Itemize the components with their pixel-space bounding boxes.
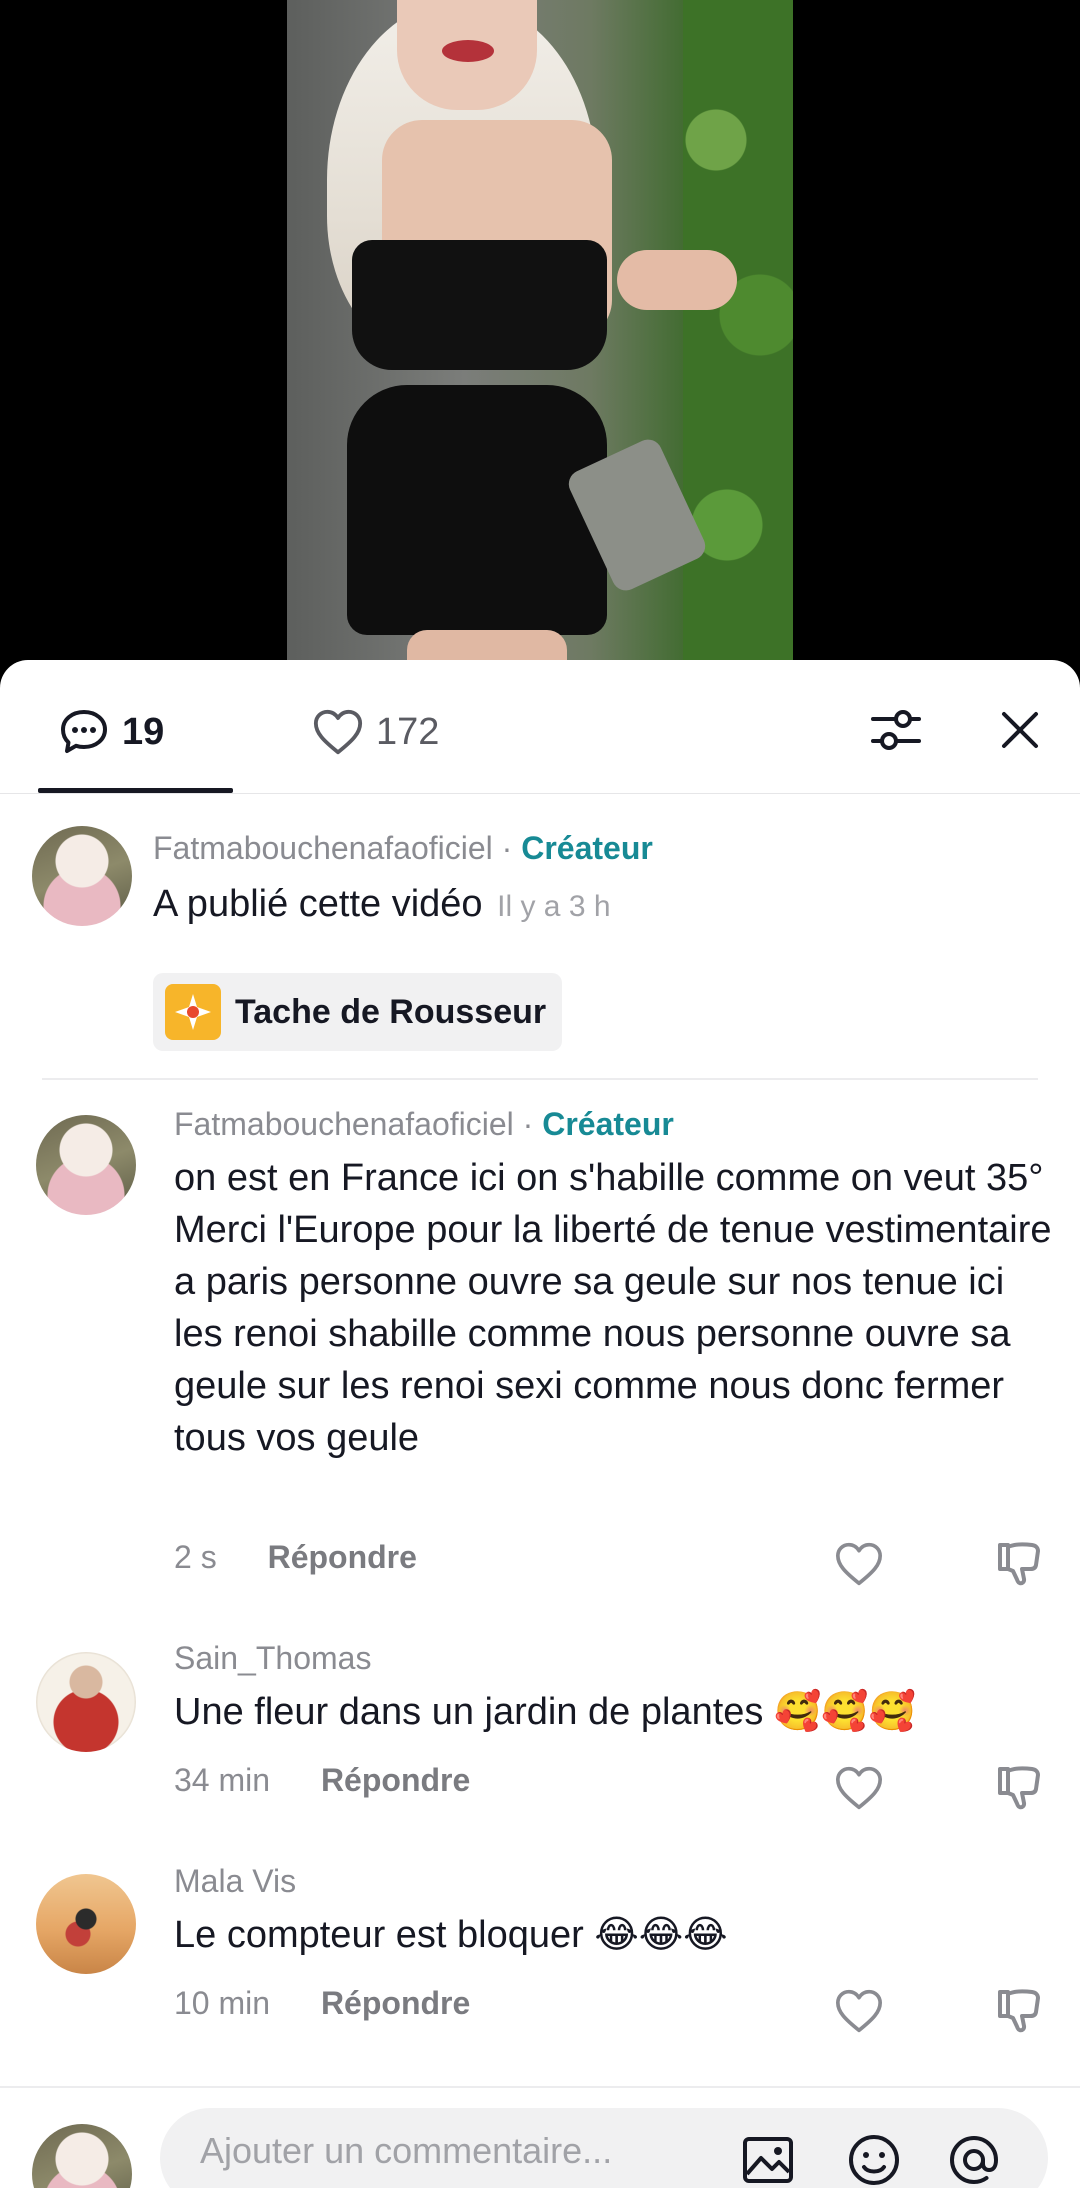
like-button[interactable] xyxy=(831,1983,887,2039)
thumbs-down-icon xyxy=(998,1766,1040,1810)
foliage-background xyxy=(683,0,793,700)
divider xyxy=(42,1078,1038,1080)
comment-time: 10 min xyxy=(174,1985,271,2021)
likes-count: 172 xyxy=(376,710,440,753)
comment-time: 2 s xyxy=(174,1539,217,1575)
heart-icon xyxy=(835,1542,882,1586)
separator-dot: · xyxy=(501,830,513,866)
dislike-button[interactable] xyxy=(991,1983,1047,2039)
sticker-chip[interactable]: Tache de Rousseur xyxy=(153,973,563,1051)
avatar[interactable] xyxy=(36,1874,136,1974)
comment-author[interactable]: Mala Vis xyxy=(174,1863,296,1900)
author-name: Fatmabouchenafaoficiel xyxy=(153,830,493,866)
heart-icon xyxy=(835,1989,882,2033)
image-button[interactable] xyxy=(738,2130,798,2188)
tab-comments[interactable]: 19 xyxy=(58,702,164,762)
sparkle-icon xyxy=(165,984,221,1040)
sticker-label: Tache de Rousseur xyxy=(235,992,547,1031)
author-name: Mala Vis xyxy=(174,1863,297,1899)
tab-likes[interactable]: 172 xyxy=(312,702,439,762)
reply-button[interactable]: Répondre xyxy=(268,1539,417,1575)
mention-button[interactable] xyxy=(944,2130,1004,2188)
sliders-icon xyxy=(871,710,921,750)
reply-button[interactable]: Répondre xyxy=(321,1985,470,2021)
avatar[interactable] xyxy=(32,826,132,926)
post-author[interactable]: Fatmabouchenafaoficiel · Créateur xyxy=(153,830,653,867)
creator-badge: Créateur xyxy=(521,830,653,866)
person-skirt xyxy=(347,385,607,635)
post-description: A publié cette vidéo Il y a 3 h xyxy=(153,878,611,933)
author-name: Fatmabouchenafaoficiel xyxy=(174,1106,514,1142)
comment-meta: 2 s Répondre xyxy=(174,1539,417,1576)
dislike-button[interactable] xyxy=(991,1760,1047,1816)
person-top xyxy=(352,240,607,370)
heart-icon xyxy=(312,706,364,758)
filter-button[interactable] xyxy=(864,698,928,762)
close-icon xyxy=(1002,712,1038,748)
comment-text: Le compteur est bloquer 😂😂😂 xyxy=(174,1914,728,1956)
like-button[interactable] xyxy=(831,1536,887,1592)
person-arm xyxy=(617,250,737,310)
at-icon xyxy=(949,2135,999,2185)
composer-divider xyxy=(0,2086,1080,2088)
avatar[interactable] xyxy=(36,1652,136,1752)
comments-count: 19 xyxy=(122,710,165,753)
person-lips xyxy=(442,40,494,62)
comment-author[interactable]: Sain_Thomas xyxy=(174,1640,371,1677)
thumbs-down-icon xyxy=(998,1542,1040,1586)
comment-bubble-icon xyxy=(58,706,110,758)
comments-sheet: 19 172 Fatmabouchenafaoficiel · Créateur… xyxy=(0,660,1080,2188)
heart-icon xyxy=(835,1766,882,1810)
comments-header: 19 172 xyxy=(0,660,1080,794)
comment-time: 34 min xyxy=(174,1762,271,1798)
comment-meta: 34 min Répondre xyxy=(174,1762,470,1799)
like-button[interactable] xyxy=(831,1760,887,1816)
video-frame xyxy=(287,0,793,700)
close-button[interactable] xyxy=(988,698,1052,762)
comment-input[interactable] xyxy=(200,2130,700,2172)
emoji-icon xyxy=(849,2135,899,2185)
separator-dot: · xyxy=(522,1106,534,1142)
thumbs-down-icon xyxy=(998,1989,1040,2033)
avatar[interactable] xyxy=(36,1115,136,1215)
video-player[interactable] xyxy=(0,0,1080,700)
post-time: Il y a 3 h xyxy=(497,890,611,923)
image-icon xyxy=(743,2137,793,2183)
comment-meta: 10 min Répondre xyxy=(174,1985,470,2022)
author-name: Sain_Thomas xyxy=(174,1640,372,1676)
post-text: A publié cette vidéo xyxy=(153,883,483,925)
comment-author[interactable]: Fatmabouchenafaoficiel · Créateur xyxy=(174,1106,674,1143)
comment-text: Une fleur dans un jardin de plantes 🥰🥰🥰 xyxy=(174,1691,916,1733)
reply-button[interactable]: Répondre xyxy=(321,1762,470,1798)
active-tab-indicator xyxy=(38,788,233,793)
creator-badge: Créateur xyxy=(542,1106,674,1142)
comment-composer[interactable] xyxy=(160,2108,1048,2188)
dislike-button[interactable] xyxy=(991,1536,1047,1592)
comment-text: on est en France ici on s'habille comme … xyxy=(174,1157,1052,1459)
avatar xyxy=(32,2124,132,2188)
emoji-button[interactable] xyxy=(844,2130,904,2188)
